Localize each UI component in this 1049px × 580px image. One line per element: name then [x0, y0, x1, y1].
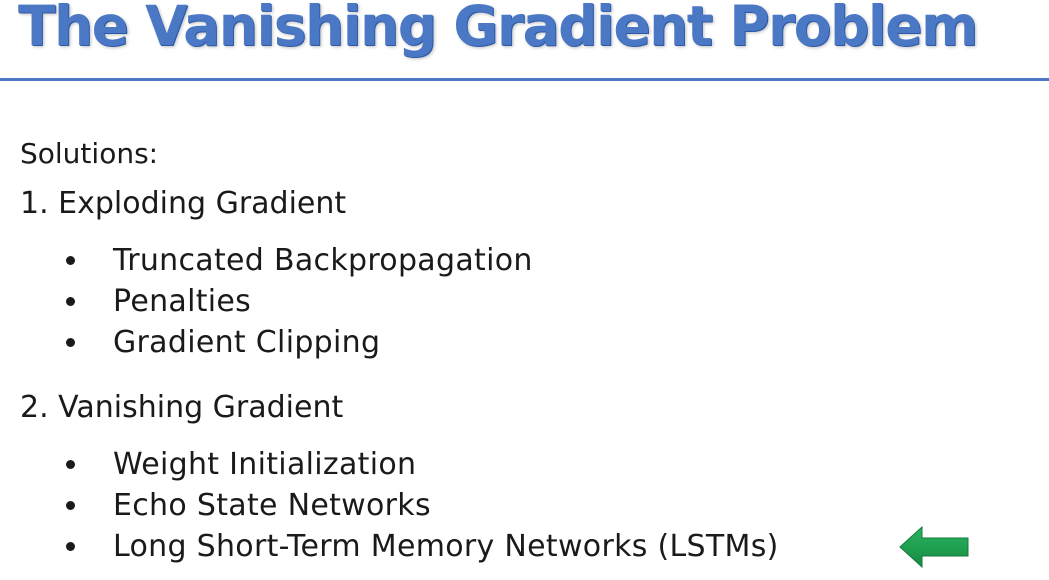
section-heading-exploding: 1. Exploding Gradient [20, 186, 347, 221]
list-item-text: Penalties [113, 284, 252, 319]
exploding-solutions-list: Truncated Backpropagation Penalties Grad… [66, 240, 533, 363]
list-item-text: Weight Initialization [113, 447, 417, 482]
bullet-icon [66, 542, 75, 551]
list-item: Echo State Networks [66, 485, 779, 526]
bullet-icon [66, 338, 75, 347]
left-arrow-icon [899, 525, 969, 569]
section-heading-vanishing: 2. Vanishing Gradient [20, 390, 344, 425]
list-item: Truncated Backpropagation [66, 240, 533, 281]
list-item-text: Echo State Networks [113, 488, 431, 523]
list-item: Weight Initialization [66, 444, 779, 485]
title-underline [0, 78, 1049, 81]
slide-title: The Vanishing Gradient Problem [18, 0, 978, 58]
vanishing-solutions-list: Weight Initialization Echo State Network… [66, 444, 779, 567]
list-item: Long Short-Term Memory Networks (LSTMs) [66, 526, 779, 567]
slide: The Vanishing Gradient Problem Solutions… [0, 0, 1049, 580]
list-item-text: Long Short-Term Memory Networks (LSTMs) [113, 529, 779, 564]
solutions-label: Solutions: [20, 137, 159, 170]
bullet-icon [66, 501, 75, 510]
list-item: Gradient Clipping [66, 322, 533, 363]
list-item: Penalties [66, 281, 533, 322]
list-item-text: Gradient Clipping [113, 325, 381, 360]
list-item-text: Truncated Backpropagation [113, 243, 533, 278]
bullet-icon [66, 256, 75, 265]
bullet-icon [66, 460, 75, 469]
bullet-icon [66, 297, 75, 306]
